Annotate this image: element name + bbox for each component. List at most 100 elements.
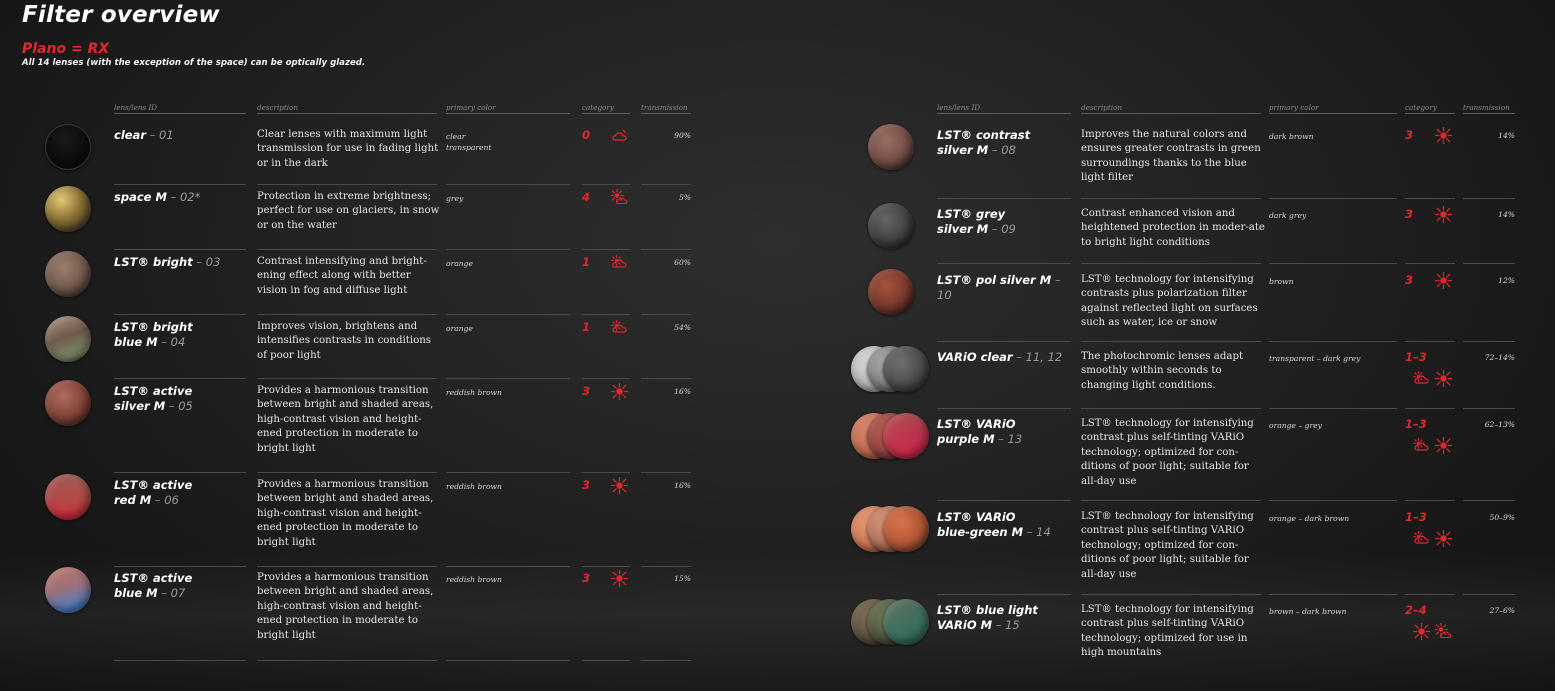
row-divider	[114, 314, 246, 315]
lens-name: LST® pol silver M – 10	[937, 273, 1077, 302]
header-category: category	[1405, 100, 1455, 114]
lens-name-line: silver M	[114, 398, 166, 413]
lens-name: LST® grey silver M – 09	[937, 207, 1077, 236]
cloud-sun-icon	[1412, 437, 1430, 458]
sun-icon	[1412, 622, 1431, 644]
row-divider	[1463, 408, 1515, 409]
lens-name: clear – 01	[114, 128, 254, 143]
lens-name-line: VARiO M	[937, 617, 993, 632]
category-value: 1–3	[1405, 510, 1427, 524]
lens-description: Contrast intensifying and bright-ening e…	[257, 256, 427, 296]
row-divider	[1269, 198, 1397, 199]
lens-name-line: LST® active	[114, 384, 193, 398]
row-divider	[114, 378, 246, 379]
category-value: 3	[582, 571, 591, 585]
category-value: 3	[1405, 128, 1414, 142]
lens-image	[868, 124, 914, 170]
row-divider	[937, 594, 1071, 595]
row-divider	[937, 408, 1071, 409]
primary-color: clear transparent	[446, 132, 492, 152]
category-value: 3	[582, 478, 591, 492]
row-divider	[582, 660, 630, 661]
row-divider	[446, 314, 570, 315]
row-divider	[937, 341, 1071, 342]
row-divider	[114, 566, 246, 567]
subtitle: Plano = RX	[22, 41, 110, 57]
row-divider	[582, 472, 630, 473]
lens-image	[45, 124, 91, 170]
lens-image	[883, 506, 929, 552]
sun-icon	[610, 382, 629, 404]
primary-color: orange	[446, 259, 473, 268]
lens-description: Improves vision, brightens and intensifi…	[257, 321, 432, 361]
row-divider	[1405, 500, 1455, 501]
lens-name-line: silver M	[937, 142, 989, 157]
sun-icon	[1434, 529, 1453, 551]
row-divider	[1081, 198, 1261, 199]
row-divider	[1405, 594, 1455, 595]
primary-color: dark brown	[1269, 132, 1314, 141]
lens-image	[883, 346, 929, 392]
row-divider	[1405, 341, 1455, 342]
lens-image	[45, 567, 91, 613]
lens-name-line: LST® active	[114, 478, 193, 492]
transmission-value: 60%	[674, 258, 691, 267]
row-divider	[446, 378, 570, 379]
row-divider	[1405, 198, 1455, 199]
lens-name-line: LST® VARiO	[937, 417, 1016, 431]
header-lens: lens/lens ID	[114, 100, 246, 114]
row-divider	[1405, 263, 1455, 264]
row-divider	[1463, 198, 1515, 199]
lens-name: LST® active silver M – 05	[114, 384, 254, 413]
lens-name-line: space M	[114, 190, 167, 204]
lens-name-line: red M	[114, 492, 152, 507]
row-divider	[114, 472, 246, 473]
row-divider	[1081, 263, 1261, 264]
lens-id: – 06	[151, 492, 179, 507]
transmission-value: 27–6%	[1489, 606, 1515, 615]
row-divider	[114, 184, 246, 185]
transmission-value: 72–14%	[1484, 353, 1515, 362]
transmission-value: 16%	[674, 387, 691, 396]
row-divider	[641, 660, 691, 661]
sun-icon	[610, 476, 629, 498]
row-divider	[446, 660, 570, 661]
row-divider	[1463, 341, 1515, 342]
category-value: 4	[582, 190, 591, 204]
sun-icon	[1434, 126, 1453, 148]
lens-image-group	[851, 346, 931, 394]
lens-image-group	[851, 599, 931, 647]
row-divider	[446, 566, 570, 567]
transmission-value: 16%	[674, 481, 691, 490]
lens-id: – 04	[157, 334, 186, 349]
transmission-value: 50–9%	[1489, 513, 1515, 522]
row-divider	[446, 184, 570, 185]
primary-color: grey	[446, 194, 464, 203]
glazing-note: All 14 lenses (with the exception of the…	[22, 58, 366, 68]
primary-color: reddish brown	[446, 482, 502, 491]
row-divider	[257, 660, 437, 661]
lens-description: Improves the natural colors and ensures …	[1081, 129, 1261, 184]
header-transmission: transmission	[1463, 100, 1515, 114]
lens-name: LST® active blue M – 07	[114, 571, 254, 600]
lens-description: LST® technology for intensifying contras…	[1081, 274, 1258, 329]
lens-name: LST® active red M – 06	[114, 478, 254, 507]
row-divider	[257, 472, 437, 473]
cloud-moon-icon	[611, 127, 628, 148]
row-divider	[1269, 594, 1397, 595]
lens-id: – 05	[165, 398, 193, 413]
row-divider	[1081, 500, 1261, 501]
cloud-sun-icon	[1412, 530, 1430, 551]
header-transmission: transmission	[641, 100, 691, 114]
lens-name-line: purple M	[937, 431, 995, 446]
row-divider	[1269, 263, 1397, 264]
row-divider	[641, 472, 691, 473]
lens-id: – 02*	[166, 190, 201, 204]
sun-cloud-icon	[1434, 622, 1452, 644]
lens-image-group	[851, 413, 931, 461]
lens-name-line: LST® active	[114, 571, 193, 585]
sun-icon	[1434, 271, 1453, 293]
header-description: description	[1081, 100, 1261, 114]
category-value: 3	[1405, 273, 1414, 287]
header-description: description	[257, 100, 437, 114]
